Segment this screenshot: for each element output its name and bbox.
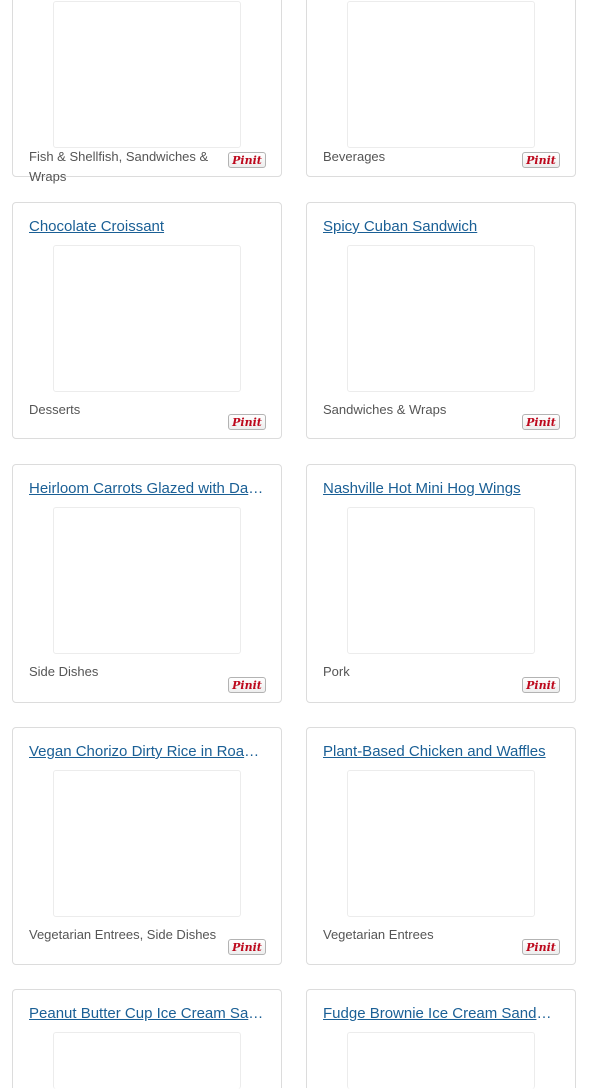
- recipe-title-link[interactable]: Chocolate Croissant: [29, 218, 265, 235]
- pin-it-button[interactable]: Pinit: [522, 414, 560, 430]
- recipe-image[interactable]: [53, 507, 241, 654]
- pin-it-button[interactable]: Pinit: [522, 152, 560, 168]
- recipe-category: Desserts: [29, 402, 81, 417]
- recipe-card: Peanut Butter Cup Ice Cream Sandwich: [12, 989, 282, 1089]
- pin-it-button[interactable]: Pinit: [522, 939, 560, 955]
- recipe-image[interactable]: [53, 1, 241, 148]
- recipe-image[interactable]: [347, 1032, 535, 1089]
- recipe-card: Chocolate Croissant Desserts Pinit: [12, 202, 282, 439]
- recipe-card: Heirloom Carrots Glazed with Dates Side …: [12, 464, 282, 703]
- recipe-card: Vegan Chorizo Dirty Rice in Roasted Pepp…: [12, 727, 282, 965]
- recipe-category: Beverages: [323, 149, 386, 164]
- recipe-image[interactable]: [347, 770, 535, 917]
- recipe-card: Nashville Hot Mini Hog Wings Pork Pinit: [306, 464, 576, 703]
- recipe-category: Vegetarian Entrees, Side Dishes: [29, 927, 217, 942]
- recipe-title-link[interactable]: Fudge Brownie Ice Cream Sandwich: [323, 1005, 559, 1022]
- recipe-card: Fish & Shellfish, Sandwiches & Wraps Pin…: [12, 0, 282, 184]
- recipe-image[interactable]: [347, 507, 535, 654]
- recipe-title-link[interactable]: Heirloom Carrots Glazed with Dates: [29, 480, 265, 497]
- pin-it-button[interactable]: Pinit: [228, 677, 266, 693]
- recipe-card: Beverages Pinit: [306, 0, 576, 177]
- pin-it-button[interactable]: Pinit: [228, 414, 266, 430]
- recipe-category: Vegetarian Entrees: [323, 927, 434, 942]
- pin-it-button[interactable]: Pinit: [228, 939, 266, 955]
- recipe-category: Pork: [323, 664, 350, 679]
- recipe-image[interactable]: [53, 1032, 241, 1089]
- pin-it-button[interactable]: Pinit: [522, 677, 560, 693]
- recipe-category: Sandwiches & Wraps: [323, 402, 447, 417]
- recipe-card: Plant-Based Chicken and Waffles Vegetari…: [306, 727, 576, 965]
- recipe-category: Fish & Shellfish, Sandwiches & Wraps: [29, 149, 209, 184]
- recipe-image[interactable]: [347, 245, 535, 392]
- recipe-image[interactable]: [53, 245, 241, 392]
- recipe-title-link[interactable]: Spicy Cuban Sandwich: [323, 218, 559, 235]
- pin-it-button[interactable]: Pinit: [228, 152, 266, 168]
- recipe-card: Fudge Brownie Ice Cream Sandwich: [306, 989, 576, 1089]
- recipe-title-link[interactable]: Peanut Butter Cup Ice Cream Sandwich: [29, 1005, 265, 1022]
- recipe-category: Side Dishes: [29, 664, 99, 679]
- recipe-image[interactable]: [53, 770, 241, 917]
- recipe-title-link[interactable]: Plant-Based Chicken and Waffles: [323, 743, 559, 760]
- recipe-title-link[interactable]: Vegan Chorizo Dirty Rice in Roasted Pepp…: [29, 743, 265, 760]
- recipe-card: Spicy Cuban Sandwich Sandwiches & Wraps …: [306, 202, 576, 439]
- recipe-image[interactable]: [347, 1, 535, 148]
- recipe-title-link[interactable]: Nashville Hot Mini Hog Wings: [323, 480, 559, 497]
